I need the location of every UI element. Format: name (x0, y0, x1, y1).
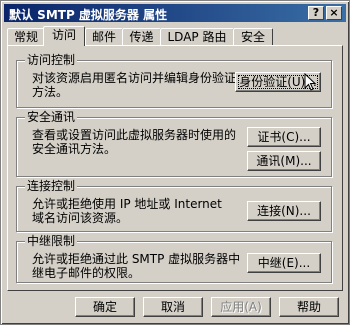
title-bar[interactable]: 默认 SMTP 虚拟服务器 属性 ? × (4, 4, 346, 22)
connection-control-title: 连接控制 (25, 179, 78, 193)
properties-dialog: 默认 SMTP 虚拟服务器 属性 ? × 常规 访问 邮件 传递 LDAP 路由… (0, 0, 350, 325)
mouse-pointer-icon (304, 73, 316, 91)
connection-control-description-line2: 域名访问该资源。 (32, 211, 129, 225)
tab-messages[interactable]: 邮件 (85, 28, 123, 45)
secure-communication-title: 安全通讯 (25, 110, 78, 124)
connection-control-group: 连接控制 允许或拒绝使用 IP 地址或 Internet 域名访问该资源。 连接… (16, 179, 332, 232)
secure-communication-description-line1: 查看或设置访问此虚拟服务器时使用的 (32, 128, 237, 142)
help-footer-button[interactable]: 帮助 (279, 297, 339, 317)
close-button[interactable]: × (326, 6, 342, 20)
access-control-description-line2: 方法。 (32, 85, 69, 99)
communication-button[interactable]: 通讯(M)... (247, 151, 321, 171)
relay-restrictions-description-line2: 继电子邮件的权限。 (32, 266, 141, 280)
secure-communication-description-line2: 安全通讯方法。 (32, 142, 117, 156)
certificate-button[interactable]: 证书(C)... (247, 127, 321, 147)
connection-button[interactable]: 连接(N)... (247, 201, 321, 221)
tab-delivery[interactable]: 传递 (122, 28, 161, 45)
tab-security[interactable]: 安全 (233, 28, 273, 45)
relay-restrictions-description-line1: 允许或拒绝通过此 SMTP 虚拟服务器中 (32, 252, 241, 266)
cancel-button[interactable]: 取消 (143, 297, 203, 317)
access-control-group: 访问控制 对该资源启用匿名访问并编辑身份验证 方法。 身份验证(U)... (16, 53, 332, 108)
access-control-description-line1: 对该资源启用匿名访问并编辑身份验证 (32, 71, 237, 85)
window-title: 默认 SMTP 虚拟服务器 属性 (9, 8, 168, 22)
connection-control-description-line1: 允许或拒绝使用 IP 地址或 Internet (32, 197, 222, 211)
relay-restrictions-group: 中继限制 允许或拒绝通过此 SMTP 虚拟服务器中 继电子邮件的权限。 中继(E… (16, 234, 332, 283)
tab-ldap-routing[interactable]: LDAP 路由 (160, 28, 234, 45)
tab-strip: 常规 访问 邮件 传递 LDAP 路由 安全 (7, 26, 343, 46)
tab-panel-access: 访问控制 对该资源启用匿名访问并编辑身份验证 方法。 身份验证(U)... 安全… (7, 45, 343, 291)
tab-access[interactable]: 访问 (43, 26, 85, 46)
ok-button[interactable]: 确定 (75, 297, 135, 317)
tab-general[interactable]: 常规 (7, 28, 45, 45)
relay-button[interactable]: 中继(E)... (247, 253, 321, 273)
help-button[interactable]: ? (308, 6, 324, 20)
apply-button[interactable]: 应用(A) (211, 297, 271, 317)
secure-communication-group: 安全通讯 查看或设置访问此虚拟服务器时使用的 安全通讯方法。 证书(C)... … (16, 110, 332, 177)
relay-restrictions-title: 中继限制 (25, 234, 78, 248)
access-control-title: 访问控制 (25, 53, 78, 67)
